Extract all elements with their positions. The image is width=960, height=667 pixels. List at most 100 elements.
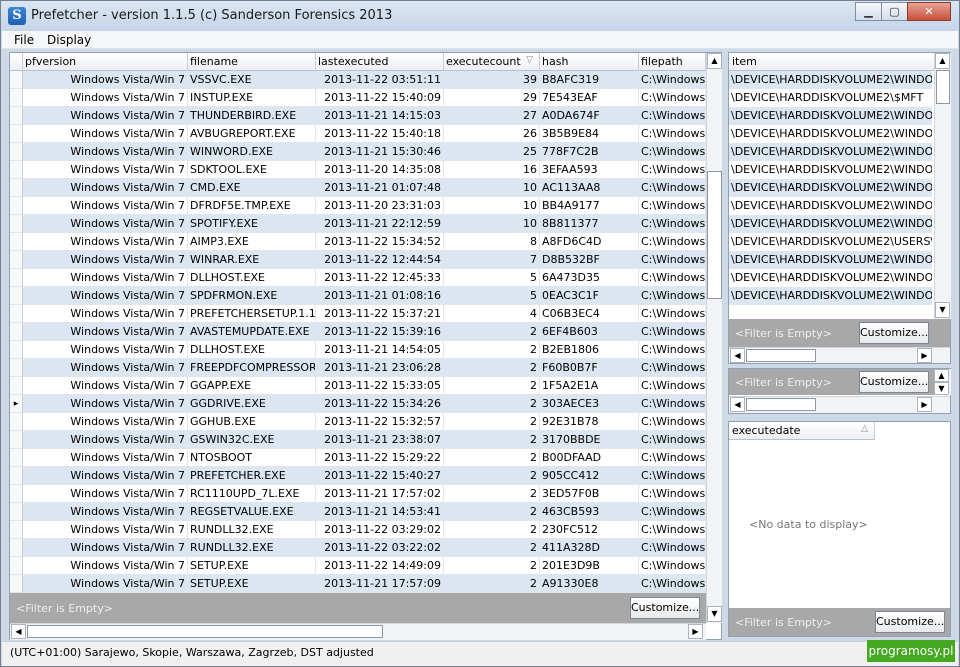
menu-file[interactable]: File (14, 33, 34, 47)
table-row[interactable]: Windows Vista/Win 7 DFRDF5E.TMP.EXE 2013-1… (10, 197, 706, 215)
row-indicator[interactable] (10, 71, 23, 89)
column-header-lastexecuted[interactable]: lastexecuted (316, 53, 444, 71)
column-header-pfversion[interactable]: pfversion (23, 53, 188, 71)
row-indicator[interactable] (10, 323, 23, 341)
item-row[interactable]: \DEVICE\HARDDISKVOLUME2\$MFT (729, 89, 932, 107)
item-row[interactable]: \DEVICE\HARDDISKVOLUME2\WINDOWS\ (729, 161, 932, 179)
executedate-column-header[interactable]: executedate △ (729, 422, 875, 440)
table-row[interactable]: Windows Vista/Win 7 RUNDLL32.EXE 2013-11-2… (10, 539, 706, 557)
column-header-filepath[interactable]: filepath (639, 53, 706, 71)
table-row[interactable]: ▸ Windows Vista/Win 7 GGDRIVE.EXE 2013-11-2… (10, 395, 706, 413)
row-indicator[interactable] (10, 575, 23, 593)
row-indicator[interactable] (10, 197, 23, 215)
scroll-thumb[interactable] (707, 171, 722, 299)
row-indicator[interactable] (10, 377, 23, 395)
row-indicator[interactable] (10, 485, 23, 503)
table-row[interactable]: Windows Vista/Win 7 REGSETVALUE.EXE 2013-1… (10, 503, 706, 521)
table-row[interactable]: Windows Vista/Win 7 AIMP3.EXE 2013-11-22 1… (10, 233, 706, 251)
table-row[interactable]: Windows Vista/Win 7 AVBUGREPORT.EXE 2013-1… (10, 125, 706, 143)
table-row[interactable]: Windows Vista/Win 7 INSTUP.EXE 2013-11-22 … (10, 89, 706, 107)
table-row[interactable]: Windows Vista/Win 7 GGHUB.EXE 2013-11-22 1… (10, 413, 706, 431)
middle-horizontal-thumb[interactable] (746, 398, 816, 411)
row-indicator[interactable] (10, 449, 23, 467)
table-row[interactable]: Windows Vista/Win 7 SETUP.EXE 2013-11-22 1… (10, 557, 706, 575)
row-indicator[interactable] (10, 341, 23, 359)
table-row[interactable]: Windows Vista/Win 7 GGAPP.EXE 2013-11-22 1… (10, 377, 706, 395)
row-indicator[interactable] (10, 305, 23, 323)
table-row[interactable]: Windows Vista/Win 7 DLLHOST.EXE 2013-11-22… (10, 269, 706, 287)
scroll-left-icon[interactable]: ◀ (11, 624, 26, 639)
item-row[interactable]: \DEVICE\HARDDISKVOLUME2\WINDOWS\ (729, 143, 932, 161)
row-indicator[interactable] (10, 215, 23, 233)
table-row[interactable]: Windows Vista/Win 7 RUNDLL32.EXE 2013-11-2… (10, 521, 706, 539)
item-row[interactable]: \DEVICE\HARDDISKVOLUME2\WINDOWS\ (729, 269, 932, 287)
item-horizontal-thumb[interactable] (746, 349, 816, 362)
row-indicator[interactable] (10, 107, 23, 125)
row-indicator[interactable] (10, 251, 23, 269)
table-row[interactable]: Windows Vista/Win 7 RC1110UPD_7L.EXE 2013-… (10, 485, 706, 503)
item-scroll-left-icon[interactable]: ◀ (730, 348, 745, 363)
table-row[interactable]: Windows Vista/Win 7 NTOSBOOT 2013-11-22 15… (10, 449, 706, 467)
middle-vertical-scrollbar[interactable]: ▲ ▼ (934, 369, 951, 395)
row-indicator[interactable] (10, 161, 23, 179)
table-row[interactable]: Windows Vista/Win 7 VSSVC.EXE 2013-11-22 0… (10, 71, 706, 89)
middle-horizontal-scrollbar[interactable]: ◀ ▶ (729, 396, 950, 413)
horizontal-scroll-thumb[interactable] (27, 625, 383, 638)
table-row[interactable]: Windows Vista/Win 7 PREFETCHERSETUP.1.1. 2… (10, 305, 706, 323)
item-row[interactable]: \DEVICE\HARDDISKVOLUME2\WINDOWS\ (729, 125, 932, 143)
middle-scroll-left-icon[interactable]: ◀ (730, 397, 745, 412)
table-row[interactable]: Windows Vista/Win 7 FREEPDFCOMPRESSOR_ 201… (10, 359, 706, 377)
menu-display[interactable]: Display (47, 33, 91, 47)
scroll-up-icon[interactable]: ▲ (707, 53, 722, 69)
item-horizontal-scrollbar[interactable]: ◀ ▶ (729, 347, 950, 363)
item-column-header[interactable]: item (729, 53, 934, 71)
middle-scroll-down-icon[interactable]: ▼ (934, 382, 949, 395)
row-indicator[interactable] (10, 539, 23, 557)
minimize-button[interactable]: ▁ (855, 2, 882, 21)
scroll-down-icon[interactable]: ▼ (707, 606, 722, 622)
grid-horizontal-scrollbar[interactable]: ◀ ▶ (10, 623, 706, 640)
table-row[interactable]: Windows Vista/Win 7 SDKTOOL.EXE 2013-11-20… (10, 161, 706, 179)
close-button[interactable]: ✕ (907, 2, 951, 21)
item-row[interactable]: \DEVICE\HARDDISKVOLUME2\USERS\IKZ\ (729, 233, 932, 251)
item-scroll-up-icon[interactable]: ▲ (935, 53, 950, 69)
row-indicator[interactable] (10, 521, 23, 539)
column-header-hash[interactable]: hash (540, 53, 639, 71)
table-row[interactable]: Windows Vista/Win 7 CMD.EXE 2013-11-21 01:… (10, 179, 706, 197)
item-row[interactable]: \DEVICE\HARDDISKVOLUME2\WINDOWS\ (729, 251, 932, 269)
table-row[interactable]: Windows Vista/Win 7 THUNDERBIRD.EXE 2013-1… (10, 107, 706, 125)
row-indicator[interactable] (10, 503, 23, 521)
column-header-executecount[interactable]: executecount ▽ (444, 53, 540, 71)
item-row[interactable]: \DEVICE\HARDDISKVOLUME2\WINDOWS\ (729, 107, 932, 125)
item-customize-button[interactable]: Customize... (859, 322, 929, 344)
grid-vertical-scrollbar[interactable]: ▲ ▼ (706, 53, 722, 623)
table-row[interactable]: Windows Vista/Win 7 WINRAR.EXE 2013-11-22 … (10, 251, 706, 269)
item-scroll-down-icon[interactable]: ▼ (935, 302, 950, 318)
row-indicator[interactable] (10, 89, 23, 107)
row-indicator[interactable] (10, 359, 23, 377)
item-row[interactable]: \DEVICE\HARDDISKVOLUME2\WINDOWS\ (729, 71, 932, 89)
row-indicator[interactable] (10, 557, 23, 575)
item-scroll-thumb[interactable] (936, 70, 950, 104)
table-row[interactable]: Windows Vista/Win 7 DLLHOST.EXE 2013-11-21… (10, 341, 706, 359)
item-row[interactable]: \DEVICE\HARDDISKVOLUME2\WINDOWS\ (729, 287, 932, 305)
row-indicator[interactable] (10, 413, 23, 431)
maximize-button[interactable]: ▢ (881, 2, 908, 21)
row-indicator[interactable] (10, 431, 23, 449)
row-indicator[interactable] (10, 143, 23, 161)
table-row[interactable]: Windows Vista/Win 7 SPOTIFY.EXE 2013-11-21… (10, 215, 706, 233)
item-row[interactable]: \DEVICE\HARDDISKVOLUME2\WINDOWS\ (729, 215, 932, 233)
middle-scroll-right-icon[interactable]: ▶ (917, 397, 932, 412)
item-scroll-right-icon[interactable]: ▶ (917, 348, 932, 363)
table-row[interactable]: Windows Vista/Win 7 SPDFRMON.EXE 2013-11-2… (10, 287, 706, 305)
column-header-filename[interactable]: filename (188, 53, 316, 71)
row-indicator[interactable] (10, 179, 23, 197)
table-row[interactable]: Windows Vista/Win 7 PREFETCHER.EXE 2013-11… (10, 467, 706, 485)
row-indicator[interactable] (10, 269, 23, 287)
table-row[interactable]: Windows Vista/Win 7 AVASTEMUPDATE.EXE 2013… (10, 323, 706, 341)
date-customize-button[interactable]: Customize... (875, 611, 945, 633)
table-row[interactable]: Windows Vista/Win 7 WINWORD.EXE 2013-11-21… (10, 143, 706, 161)
item-vertical-scrollbar[interactable]: ▲ ▼ (934, 53, 951, 319)
row-indicator[interactable] (10, 125, 23, 143)
scroll-right-icon[interactable]: ▶ (688, 624, 703, 639)
